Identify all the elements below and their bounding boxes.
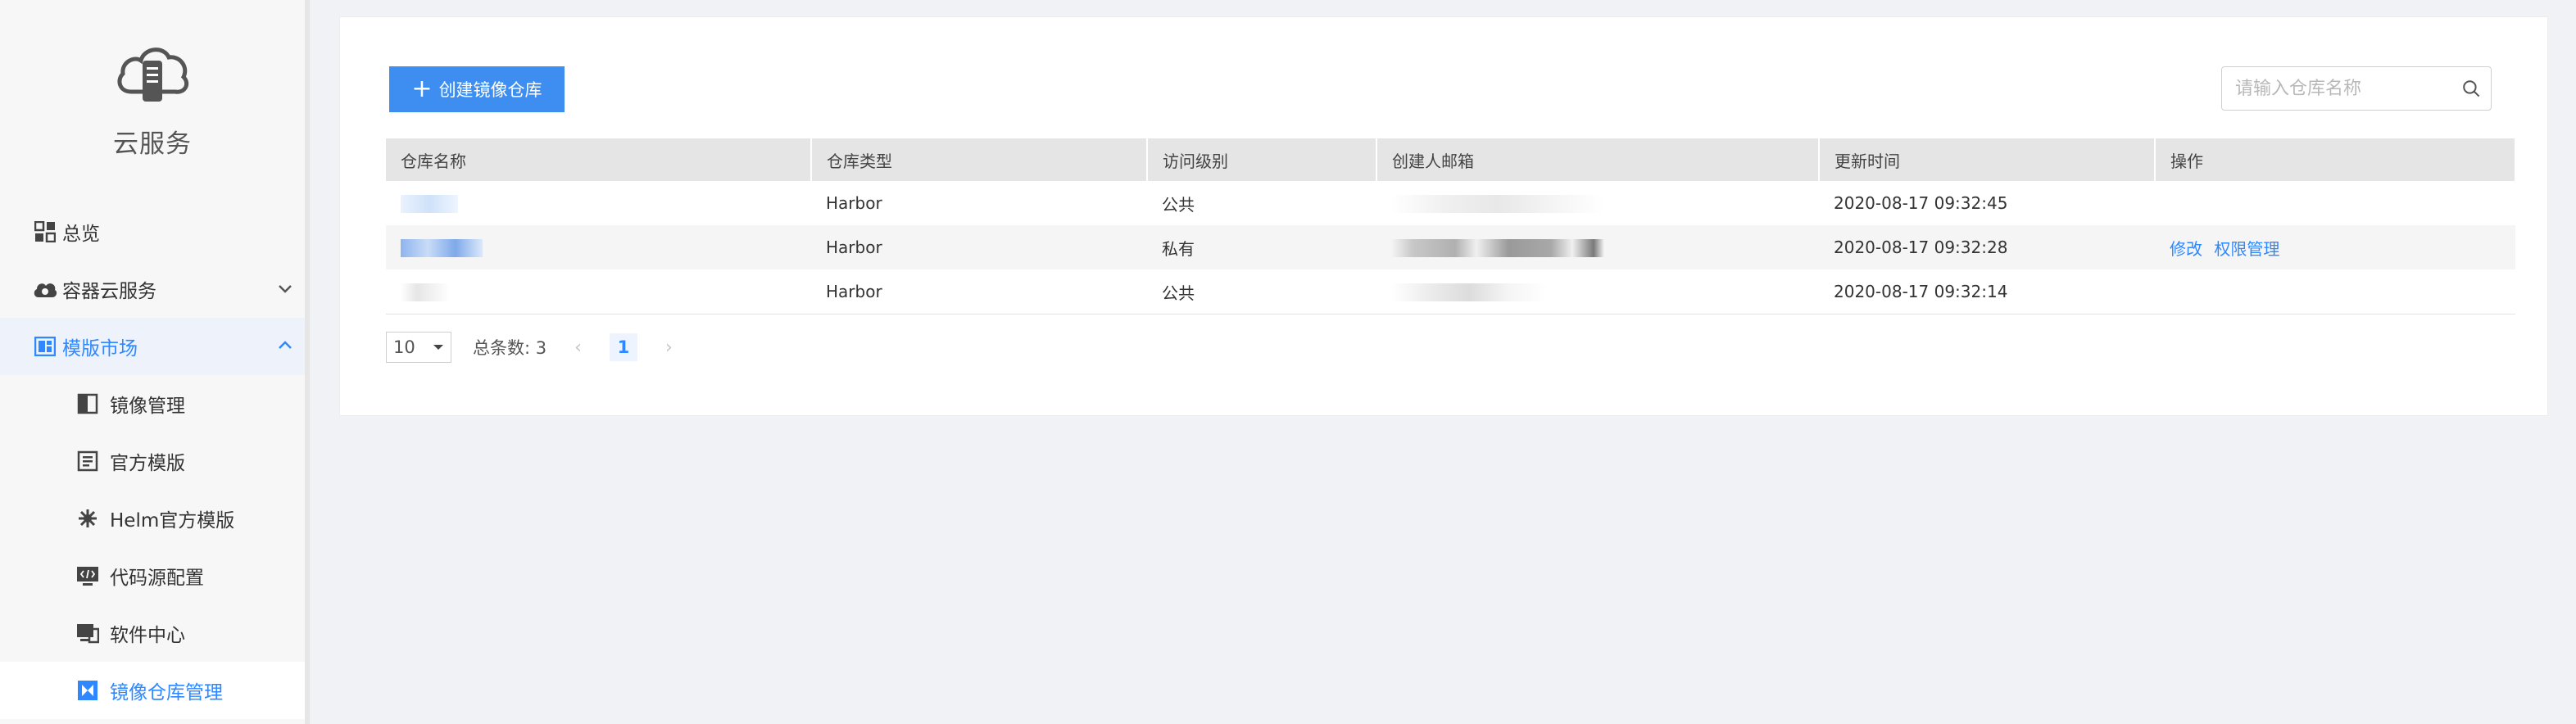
- actions-cell: 修改 权限管理: [2155, 225, 2515, 269]
- create-image-repo-button[interactable]: + 创建镜像仓库: [389, 66, 565, 112]
- total-count: 总条数: 3: [473, 338, 547, 358]
- sidebar-item-software-center[interactable]: 软件中心: [0, 604, 305, 662]
- creator-email-cell: [1376, 269, 1819, 314]
- sidebar-item-label: 总览: [62, 224, 100, 245]
- sidebar-item-container-cloud[interactable]: 容器云服务: [0, 260, 305, 318]
- updated-time-cell: 2020-08-17 09:32:14: [1819, 269, 2155, 314]
- page-size-select[interactable]: 10: [386, 332, 451, 363]
- repository-icon: [75, 678, 100, 703]
- access-level-cell: 公共: [1162, 194, 1195, 215]
- redacted-repo-name: [401, 283, 450, 302]
- chevron-up-icon: [279, 341, 292, 349]
- creator-email-cell: [1376, 181, 1819, 225]
- search-icon[interactable]: [2461, 76, 2481, 101]
- cloud-icon: [33, 277, 57, 301]
- sidebar-item-label: Helm官方模版: [110, 510, 235, 532]
- redacted-email: [1391, 195, 1604, 214]
- main-panel: + 创建镜像仓库 仓库名称 仓库类型 访问级别 创建人邮箱 更新时间 操作 Ha…: [339, 16, 2548, 416]
- sidebar-item-image-management[interactable]: 镜像管理: [0, 375, 305, 432]
- sidebar-item-template-market[interactable]: 模版市场: [0, 318, 305, 375]
- search-box: [2221, 66, 2492, 111]
- access-level-cell: 公共: [1147, 269, 1376, 314]
- redacted-repo-name: [401, 195, 458, 214]
- actions-cell: [2155, 269, 2515, 314]
- sidebar-item-helm-template[interactable]: Helm官方模版: [0, 490, 305, 547]
- dashboard-icon: [33, 219, 57, 244]
- repo-type-cell: Harbor: [811, 225, 1147, 269]
- sidebar-item-label: 模版市场: [62, 338, 138, 360]
- repo-name-cell[interactable]: [386, 269, 811, 314]
- sidebar-item-label: 镜像仓库管理: [110, 682, 223, 704]
- redacted-repo-name: [401, 239, 483, 258]
- logo: 云服务: [0, 38, 305, 160]
- helm-icon: [75, 506, 100, 531]
- actions-cell: [2155, 181, 2515, 225]
- sidebar-item-label: 容器云服务: [62, 281, 156, 302]
- page-number-button[interactable]: 1: [609, 333, 637, 361]
- sidebar-item-overview[interactable]: 总览: [0, 203, 305, 260]
- code-icon: [75, 563, 100, 588]
- sidebar-item-image-repo-management[interactable]: 镜像仓库管理: [0, 662, 305, 719]
- creator-email-cell: [1376, 225, 1819, 269]
- table-header-row: 仓库名称 仓库类型 访问级别 创建人邮箱 更新时间 操作: [386, 138, 2516, 181]
- col-header-actions: 操作: [2155, 138, 2516, 181]
- repo-type-cell: Harbor: [811, 269, 1147, 314]
- page-size-value: 10: [393, 337, 415, 357]
- brand-name: 云服务: [113, 129, 192, 159]
- monitor-icon: [75, 621, 100, 645]
- cloud-server-icon: [117, 48, 189, 102]
- col-header-access-level[interactable]: 访问级别: [1147, 138, 1377, 181]
- caret-down-icon: [433, 345, 443, 350]
- plus-icon: +: [411, 75, 433, 103]
- prev-page-icon[interactable]: ‹: [574, 337, 582, 358]
- sidebar: 云服务 总览 容器云服务 模版市场 镜像管理 官方模版 Helm官方模版 代码源…: [0, 0, 310, 724]
- updated-time-cell: 2020-08-17 09:32:28: [1819, 225, 2155, 269]
- sidebar-item-label: 软件中心: [110, 625, 185, 646]
- book-icon: [75, 449, 100, 473]
- col-header-repo-name[interactable]: 仓库名称: [386, 138, 812, 181]
- table-row: Harbor 公共 2020-08-17 09:32:14: [386, 269, 2515, 314]
- repo-name-cell[interactable]: [386, 225, 811, 269]
- sidebar-item-official-template[interactable]: 官方模版: [0, 432, 305, 490]
- image-box-icon: [75, 391, 100, 416]
- redacted-email: [1391, 283, 1547, 302]
- col-header-creator-email[interactable]: 创建人邮箱: [1376, 138, 1820, 181]
- create-button-label: 创建镜像仓库: [438, 80, 542, 100]
- edit-link[interactable]: 修改: [2170, 239, 2202, 259]
- template-icon: [33, 334, 57, 359]
- repo-type-cell: Harbor: [826, 193, 882, 213]
- repo-name-cell[interactable]: [386, 181, 811, 225]
- chevron-down-icon: [279, 285, 292, 293]
- sidebar-item-label: 代码源配置: [110, 568, 204, 589]
- repo-table: 仓库名称 仓库类型 访问级别 创建人邮箱 更新时间 操作 Harbor 公共 2…: [386, 138, 2516, 314]
- col-header-repo-type[interactable]: 仓库类型: [811, 138, 1148, 181]
- sidebar-item-label: 镜像管理: [110, 396, 185, 417]
- table-row: Harbor 公共 2020-08-17 09:32:45: [386, 181, 2515, 225]
- col-header-updated-time[interactable]: 更新时间: [1819, 138, 2156, 181]
- access-level-cell: 私有: [1147, 225, 1376, 269]
- pagination: 10 总条数: 3 ‹ 1 ›: [386, 332, 673, 363]
- redacted-email: [1391, 239, 1604, 258]
- sidebar-nav: 总览 容器云服务 模版市场 镜像管理 官方模版 Helm官方模版 代码源配置 软…: [0, 203, 305, 719]
- sidebar-item-label: 官方模版: [110, 453, 185, 474]
- next-page-icon[interactable]: ›: [665, 337, 673, 358]
- permission-link[interactable]: 权限管理: [2214, 239, 2279, 259]
- table-row: Harbor 私有 2020-08-17 09:32:28 修改 权限管理: [386, 225, 2515, 269]
- updated-time-cell: 2020-08-17 09:32:45: [1834, 193, 2008, 213]
- search-input[interactable]: [2222, 66, 2461, 111]
- sidebar-item-code-source[interactable]: 代码源配置: [0, 547, 305, 604]
